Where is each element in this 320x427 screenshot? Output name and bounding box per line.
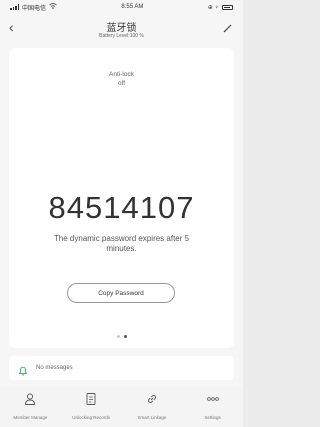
carrier-name: 中国电信 xyxy=(22,5,47,12)
messages-bar[interactable]: No messages xyxy=(9,356,234,380)
anti-lock-value: off xyxy=(117,80,126,87)
link-icon xyxy=(145,392,159,411)
page-dot-active[interactable] xyxy=(123,335,127,338)
more-icon xyxy=(206,392,220,411)
copy-password-button[interactable]: Copy Password xyxy=(67,283,175,303)
dynamic-password: 84514107 xyxy=(48,190,195,225)
tab-unlocking-records[interactable]: Unlocking Records xyxy=(67,386,115,420)
screen: 中国电信 8:55 AM ⊕ ♀ ‹ 蓝牙锁 Battery Level:100… xyxy=(0,0,243,427)
messages-text: No messages xyxy=(36,365,73,371)
tab-smart-linkage[interactable]: Smart Linkage xyxy=(128,386,176,420)
bell-icon xyxy=(18,363,28,376)
anti-lock-status: Anti-lock off xyxy=(9,70,234,88)
signal-icon xyxy=(10,4,19,10)
status-right: ⊕ ♀ xyxy=(208,4,233,11)
lock-card: Anti-lock off 84514107 The dynamic passw… xyxy=(9,48,234,348)
page-indicator[interactable] xyxy=(9,335,234,338)
page-dot[interactable] xyxy=(116,335,120,338)
tab-label: Unlocking Records xyxy=(72,415,111,420)
status-bar: 中国电信 8:55 AM ⊕ ♀ xyxy=(0,0,243,14)
anti-lock-label: Anti-lock xyxy=(109,71,134,78)
tab-settings[interactable]: Settings xyxy=(189,386,237,420)
bottom-tab-bar: Member Manage Unlocking Records Smart Li… xyxy=(0,386,243,427)
password-expire-text: The dynamic password expires after 5 min… xyxy=(53,234,190,253)
tab-label: Settings xyxy=(204,415,221,420)
person-icon xyxy=(23,392,37,411)
wifi-icon xyxy=(49,3,57,11)
page-title: 蓝牙锁 xyxy=(106,23,137,34)
battery-icon xyxy=(221,4,233,10)
battery-level: Battery Level:100 % xyxy=(99,33,144,39)
status-extra-icons: ⊕ ♀ xyxy=(207,4,219,11)
header: ‹ 蓝牙锁 Battery Level:100 % xyxy=(0,14,243,50)
status-time: 8:55 AM xyxy=(121,4,144,10)
document-icon xyxy=(84,392,98,411)
tab-label: Member Manage xyxy=(13,415,48,420)
status-left: 中国电信 xyxy=(10,3,57,12)
tab-label: Smart Linkage xyxy=(137,415,167,420)
edit-icon[interactable] xyxy=(222,21,234,33)
tab-member-manage[interactable]: Member Manage xyxy=(6,386,54,420)
